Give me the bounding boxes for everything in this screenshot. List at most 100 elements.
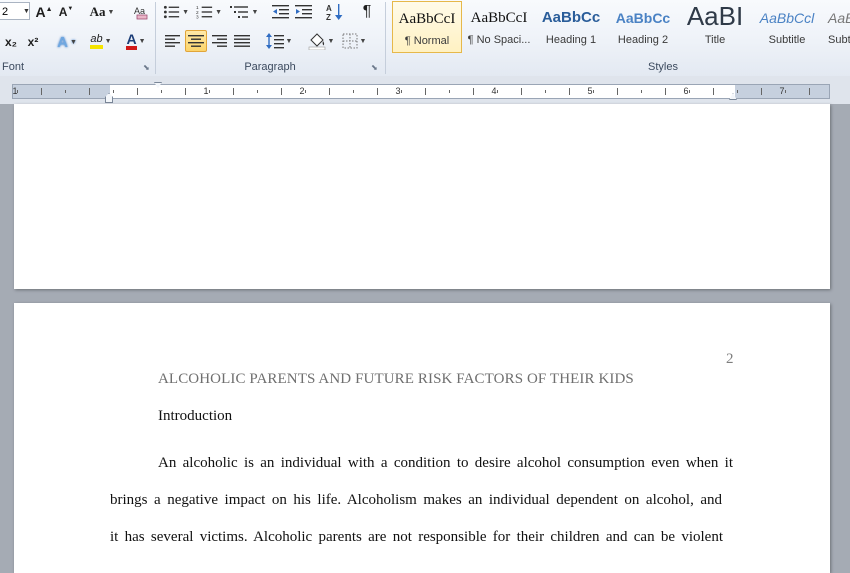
style-name: Subtitle xyxy=(768,34,806,46)
ruler-tick xyxy=(545,90,546,93)
subscript-button[interactable]: x₂ xyxy=(2,32,20,52)
grow-font-glyph: A xyxy=(35,4,46,20)
document-page-2[interactable]: 2 ALCOHOLIC PARENTS AND FUTURE RISK FACT… xyxy=(14,303,830,573)
align-center-button[interactable] xyxy=(185,30,207,52)
body-text-line[interactable]: An alcoholic is an individual with a con… xyxy=(158,455,733,472)
ruler-tick xyxy=(593,90,594,93)
chevron-down-icon: ▼ xyxy=(285,37,293,45)
chevron-down-icon: ▼ xyxy=(69,38,77,46)
justify-icon xyxy=(234,35,250,47)
ruler-tick xyxy=(17,90,18,93)
highlight-button[interactable]: ab ▼ xyxy=(86,31,116,51)
borders-button[interactable]: ▼ xyxy=(340,31,368,51)
style-heading-1[interactable]: AaBbCc Heading 1 xyxy=(536,1,606,53)
chevron-down-icon: ▼ xyxy=(138,37,146,45)
change-case-button[interactable]: Aa ▼ xyxy=(88,2,116,22)
chevron-down-icon: ▼ xyxy=(327,37,335,45)
ruler-tick xyxy=(521,88,522,95)
ruler-number: 2 xyxy=(299,86,305,96)
shading-button[interactable]: ▼ xyxy=(307,31,335,51)
style-name: Title xyxy=(704,34,726,46)
ribbon: 2 ▼ A ▲ A ▼ Aa ▼ Aa x₂ x² A ▼ ab ▼ A ▼ Font ⬊ xyxy=(0,0,850,77)
style-preview: AaBbCcI xyxy=(470,10,528,26)
style-name: Heading 1 xyxy=(545,34,597,46)
body-text-line[interactable]: brings a negative impact on his life. Al… xyxy=(110,492,722,509)
text-effects-glyph: A xyxy=(57,33,68,51)
font-size-dropdown-arrow[interactable]: ▼ xyxy=(23,8,30,15)
style-subtle-emphasis[interactable]: AaB Subt xyxy=(824,1,850,53)
grow-caret-icon: ▲ xyxy=(45,5,53,13)
sort-button[interactable]: A Z xyxy=(325,2,345,22)
chevron-down-icon: ▼ xyxy=(107,8,115,16)
font-dialog-launcher-icon[interactable]: ⬊ xyxy=(143,63,150,72)
ruler-tick xyxy=(41,88,42,95)
grow-font-button[interactable]: A ▲ xyxy=(35,2,53,22)
styles-gallery: AaBbCcI ¶ Normal AaBbCcI ¶ No Spaci... A… xyxy=(390,0,850,58)
style-preview: AaBbCc xyxy=(541,9,601,26)
style-subtitle[interactable]: AaBbCcl Subtitle xyxy=(752,1,822,53)
clear-formatting-icon: Aa xyxy=(134,6,148,20)
numbering-button[interactable]: 1 2 3 ▼ xyxy=(196,2,222,22)
subscript-glyph: x₂ xyxy=(4,35,17,49)
ruler-number: 6 xyxy=(683,86,689,96)
paragraph-dialog-launcher-icon[interactable]: ⬊ xyxy=(371,63,378,72)
numbering-icon: 1 2 3 xyxy=(196,5,213,20)
chevron-down-icon: ▼ xyxy=(182,8,189,16)
section-heading: Introduction xyxy=(158,408,233,424)
ruler-number: 7 xyxy=(779,86,785,96)
bullets-icon xyxy=(163,5,180,19)
style-heading-2[interactable]: AaBbCc Heading 2 xyxy=(608,1,678,53)
line-spacing-button[interactable]: ▼ xyxy=(265,31,293,51)
ruler-tick xyxy=(425,88,426,95)
shrink-font-button[interactable]: A ▼ xyxy=(58,2,74,22)
ruler-tick xyxy=(281,88,282,95)
clear-formatting-button[interactable]: Aa xyxy=(130,2,152,22)
ruler-tick xyxy=(377,88,378,95)
chevron-down-icon: ▼ xyxy=(104,37,112,45)
sort-az-icon: A Z xyxy=(326,4,343,21)
style-normal[interactable]: AaBbCcI ¶ Normal xyxy=(392,1,462,53)
ruler-tick xyxy=(65,90,66,93)
ruler-tick xyxy=(617,88,618,95)
document-page-1[interactable] xyxy=(14,104,830,289)
bullets-button[interactable]: ▼ xyxy=(163,2,189,22)
ruler-tick xyxy=(233,88,234,95)
paragraph-group-label: Paragraph xyxy=(244,61,296,73)
shrink-caret-icon: ▼ xyxy=(67,6,74,12)
align-left-icon xyxy=(165,35,180,47)
text-effects-button[interactable]: A ▼ xyxy=(54,32,80,52)
ruler-tick xyxy=(137,88,138,95)
ruler-tick xyxy=(569,88,570,95)
align-left-button[interactable] xyxy=(163,31,183,51)
align-right-button[interactable] xyxy=(209,31,229,51)
style-name: ¶ Normal xyxy=(404,35,450,47)
svg-text:Aa: Aa xyxy=(134,6,145,16)
chevron-down-icon: ▼ xyxy=(251,8,259,16)
superscript-button[interactable]: x² xyxy=(24,32,42,52)
decrease-indent-icon xyxy=(272,5,289,19)
font-group-label: Font xyxy=(2,61,25,73)
ruler-tick xyxy=(497,90,498,93)
show-formatting-button[interactable]: ¶ xyxy=(357,2,377,22)
ruler-tick xyxy=(305,90,306,93)
horizontal-ruler[interactable]: 1 1 2 3 4 5 6 7 xyxy=(12,84,830,99)
style-no-spacing[interactable]: AaBbCcI ¶ No Spaci... xyxy=(464,1,534,53)
multilevel-list-button[interactable]: ▼ xyxy=(229,2,259,22)
ruler-tick xyxy=(665,88,666,95)
font-color-button[interactable]: A ▼ xyxy=(122,31,150,51)
style-preview: AaBI xyxy=(686,1,744,31)
ruler-tick xyxy=(209,90,210,93)
body-text-line[interactable]: it has several victims. Alcoholic parent… xyxy=(110,529,723,546)
decrease-indent-button[interactable] xyxy=(271,2,291,22)
ruler-number: 1 xyxy=(203,86,209,96)
style-preview: AaBbCcI xyxy=(398,11,456,27)
ruler-tick xyxy=(161,90,162,93)
chevron-down-icon: ▼ xyxy=(359,37,367,45)
style-title[interactable]: AaBI Title xyxy=(680,1,750,53)
ruler-tick xyxy=(785,90,786,93)
increase-indent-button[interactable] xyxy=(294,2,314,22)
justify-button[interactable] xyxy=(232,31,252,51)
change-case-glyph: Aa xyxy=(89,4,106,19)
ruler-tick xyxy=(737,90,738,93)
ruler-tick xyxy=(809,88,810,95)
